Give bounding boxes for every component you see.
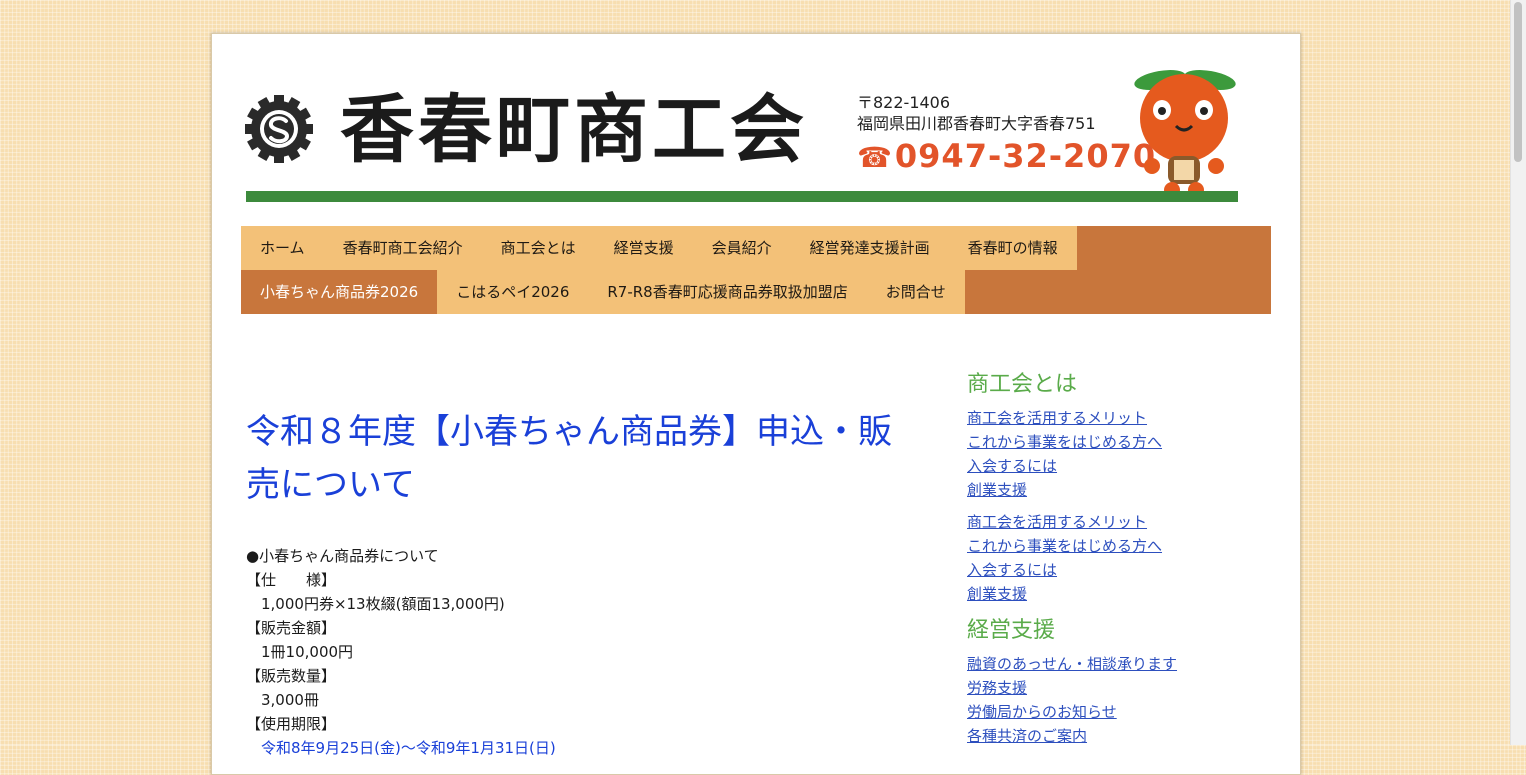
list-item: 融資のあっせん・相談承ります bbox=[967, 652, 1227, 676]
sidebar-link-start-business[interactable]: これから事業をはじめる方へ bbox=[967, 433, 1162, 451]
list-item: 商工会を活用するメリット bbox=[967, 510, 1227, 534]
nav-home[interactable]: ホーム bbox=[241, 226, 324, 270]
sidebar-link-join[interactable]: 入会するには bbox=[967, 457, 1057, 475]
nav-development-plan[interactable]: 経営発達支援計画 bbox=[790, 226, 949, 270]
sidebar-list-1: 商工会を活用するメリット これから事業をはじめる方へ 入会するには 創業支援 bbox=[967, 406, 1227, 502]
sidebar-link-merit[interactable]: 商工会を活用するメリット bbox=[967, 513, 1147, 531]
sidebar-link-financing[interactable]: 融資のあっせん・相談承ります bbox=[967, 655, 1177, 673]
nav-what-is[interactable]: 商工会とは bbox=[481, 226, 595, 270]
nav-members[interactable]: 会員紹介 bbox=[692, 226, 791, 270]
street-address: 福岡県田川郡香春町大字香春751 bbox=[857, 114, 1096, 133]
sidebar-link-start-business[interactable]: これから事業をはじめる方へ bbox=[967, 537, 1162, 555]
phone-number: ☎0947-32-2070 bbox=[857, 137, 1156, 175]
list-item: 創業支援 bbox=[967, 582, 1227, 606]
sidebar-heading-business-support: 経営支援 bbox=[967, 618, 1056, 643]
body-line: 【使用期限】 bbox=[246, 715, 337, 733]
body-line: 【仕 様】 bbox=[246, 571, 337, 589]
list-item: これから事業をはじめる方へ bbox=[967, 430, 1227, 454]
body-line: 3,000冊 bbox=[246, 691, 319, 709]
sidebar-link-merit[interactable]: 商工会を活用するメリット bbox=[967, 409, 1147, 427]
page-container: 香春町商工会 〒822-1406 福岡県田川郡香春町大字香春751 ☎0947-… bbox=[211, 33, 1301, 775]
sidebar-link-startup-support[interactable]: 創業支援 bbox=[967, 585, 1027, 603]
list-item: 入会するには bbox=[967, 454, 1227, 478]
nav-koharu-pay[interactable]: こはるペイ2026 bbox=[437, 270, 589, 314]
post-body: ●小春ちゃん商品券について 【仕 様】 1,000円券×13枚綴(額面13,00… bbox=[246, 544, 556, 760]
postal-code: 〒822-1406 bbox=[857, 93, 951, 112]
body-line: ●小春ちゃん商品券について bbox=[246, 547, 439, 565]
body-line: 【販売金額】 bbox=[246, 619, 337, 637]
sidebar-list-2: 商工会を活用するメリット これから事業をはじめる方へ 入会するには 創業支援 bbox=[967, 510, 1227, 606]
body-line: 1冊10,000円 bbox=[246, 643, 354, 661]
list-item: これから事業をはじめる方へ bbox=[967, 534, 1227, 558]
body-line: 1,000円券×13枚綴(額面13,000円) bbox=[246, 595, 505, 613]
mascot-koharu-icon bbox=[1134, 70, 1236, 198]
shokokai-logo-icon bbox=[245, 95, 313, 163]
nav-row-1: ホーム 香春町商工会紹介 商工会とは 経営支援 会員紹介 経営発達支援計画 香春… bbox=[241, 226, 1271, 270]
nav-about-shokokai[interactable]: 香春町商工会紹介 bbox=[323, 226, 482, 270]
body-line-period: 令和8年9月25日(金)～令和9年1月31日(日) bbox=[246, 739, 556, 757]
body-line: 【販売数量】 bbox=[246, 667, 337, 685]
list-item: 労務支援 bbox=[967, 676, 1227, 700]
list-item: 商工会を活用するメリット bbox=[967, 406, 1227, 430]
site-title: 香春町商工会 bbox=[340, 87, 808, 173]
nav-koharu-voucher[interactable]: 小春ちゃん商品券2026 bbox=[241, 270, 438, 314]
sidebar-link-labor-bureau[interactable]: 労働局からのお知らせ bbox=[967, 703, 1117, 721]
nav-business-support[interactable]: 経営支援 bbox=[594, 226, 693, 270]
list-item: 労働局からのお知らせ bbox=[967, 700, 1227, 724]
nav-town-info[interactable]: 香春町の情報 bbox=[948, 226, 1077, 270]
address-block: 〒822-1406 福岡県田川郡香春町大字香春751 bbox=[857, 92, 1096, 134]
list-item: 創業支援 bbox=[967, 478, 1227, 502]
header-divider bbox=[246, 191, 1238, 202]
main-nav: ホーム 香春町商工会紹介 商工会とは 経営支援 会員紹介 経営発達支援計画 香春… bbox=[241, 226, 1271, 314]
nav-contact[interactable]: お問合せ bbox=[866, 270, 965, 314]
list-item: 各種共済のご案内 bbox=[967, 724, 1227, 748]
sidebar-link-labor-support[interactable]: 労務支援 bbox=[967, 679, 1027, 697]
page-scrollbar[interactable] bbox=[1510, 0, 1526, 745]
sidebar-link-startup-support[interactable]: 創業支援 bbox=[967, 481, 1027, 499]
post-title: 令和８年度【小春ちゃん商品券】申込・販売について bbox=[246, 412, 892, 505]
sidebar-list-3: 融資のあっせん・相談承ります 労務支援 労働局からのお知らせ 各種共済のご案内 bbox=[967, 652, 1227, 748]
sidebar-heading-about: 商工会とは bbox=[967, 372, 1078, 397]
scrollbar-thumb[interactable] bbox=[1514, 2, 1522, 162]
nav-voucher-stores[interactable]: R7-R8香春町応援商品券取扱加盟店 bbox=[588, 270, 867, 314]
nav-row-2: 小春ちゃん商品券2026 こはるペイ2026 R7-R8香春町応援商品券取扱加盟… bbox=[241, 270, 1271, 314]
sidebar-link-join[interactable]: 入会するには bbox=[967, 561, 1057, 579]
phone-icon: ☎ bbox=[857, 141, 893, 174]
list-item: 入会するには bbox=[967, 558, 1227, 582]
phone-text: 0947-32-2070 bbox=[894, 137, 1157, 175]
sidebar: 商工会とは 商工会を活用するメリット これから事業をはじめる方へ 入会するには … bbox=[967, 368, 1227, 756]
sidebar-link-mutual-aid[interactable]: 各種共済のご案内 bbox=[967, 727, 1087, 745]
